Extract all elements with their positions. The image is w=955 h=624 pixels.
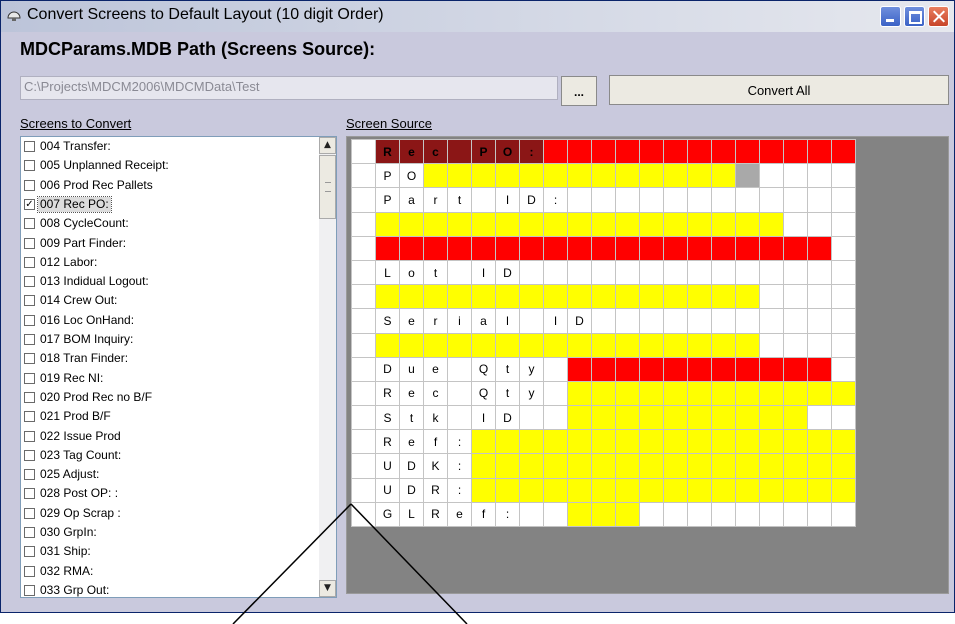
callout-lines [232,503,468,624]
